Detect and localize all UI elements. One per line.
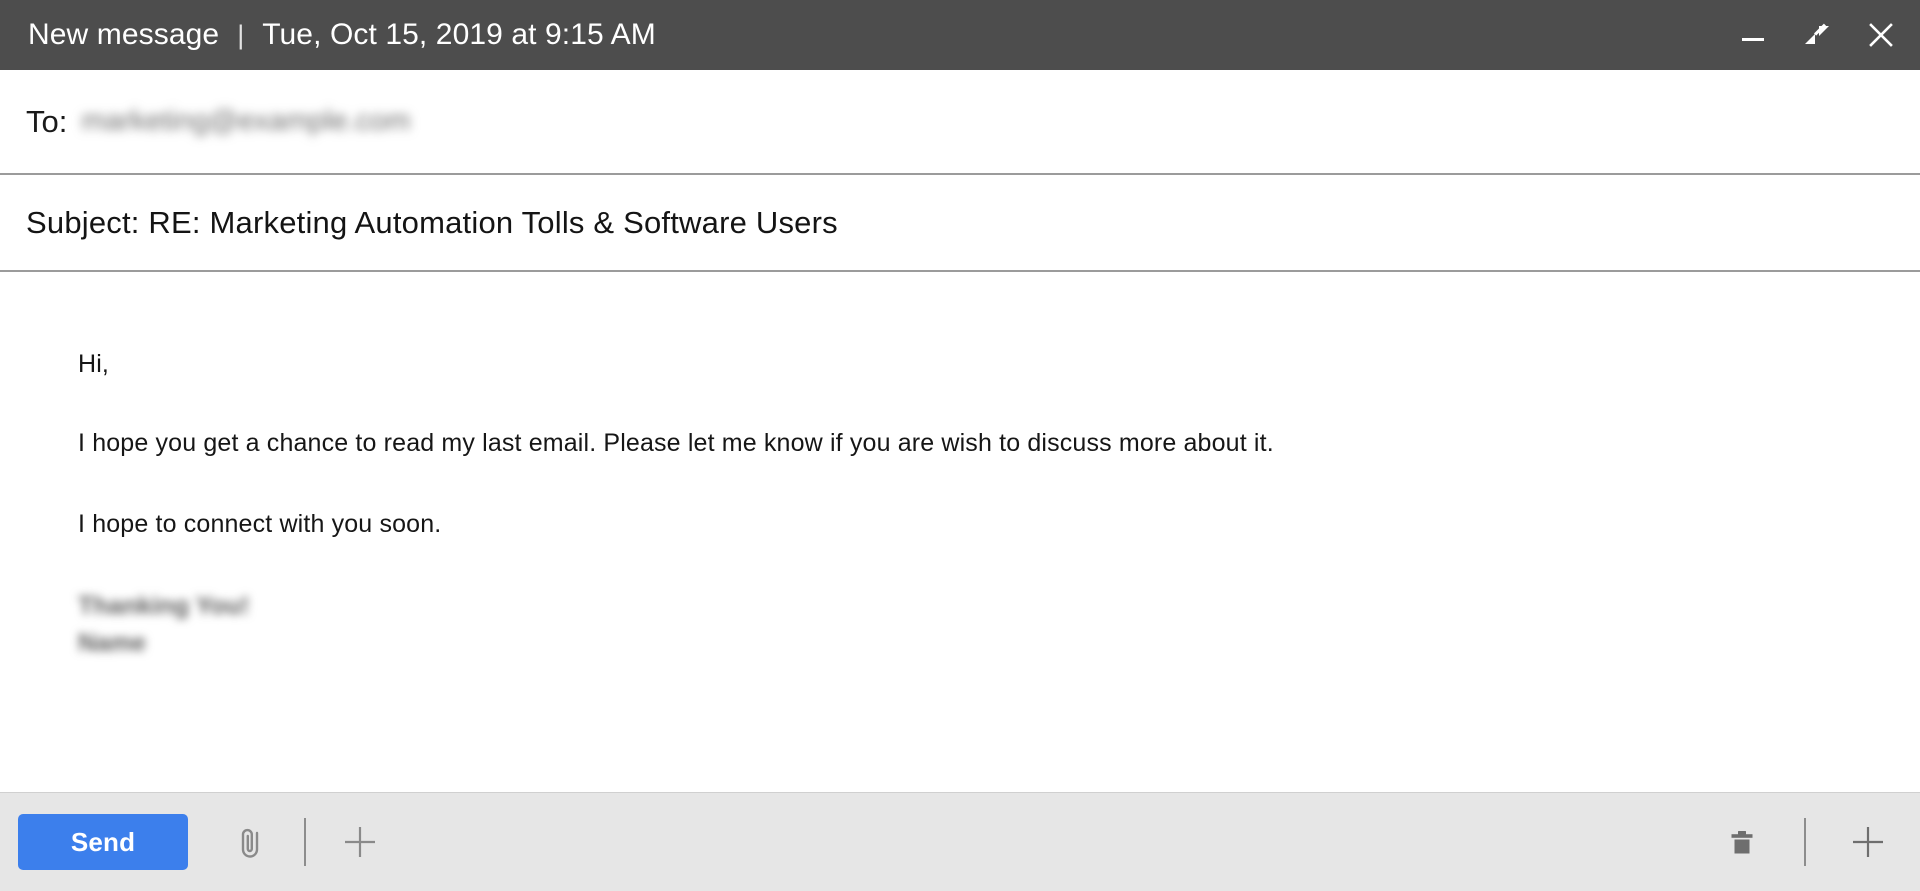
close-icon: [1866, 20, 1896, 50]
attach-button[interactable]: [222, 814, 278, 870]
message-body[interactable]: Hi, I hope you get a chance to read my l…: [0, 272, 1920, 792]
attach-icon: [230, 822, 270, 862]
minimize-button[interactable]: [1736, 18, 1770, 52]
add-icon: [1846, 820, 1890, 864]
toolbar-divider-left: [304, 818, 306, 866]
add-options-button-right[interactable]: [1840, 814, 1896, 870]
message-timestamp: Tue, Oct 15, 2019 at 9:15 AM: [262, 18, 656, 51]
to-field-row[interactable]: To: marketing@example.com: [0, 70, 1920, 175]
toolbar-divider-right: [1804, 818, 1806, 866]
window-titlebar: New message | Tue, Oct 15, 2019 at 9:15 …: [0, 0, 1920, 70]
signature-block: Thanking You! Name: [78, 588, 1920, 661]
body-paragraph-2: I hope to connect with you soon.: [78, 509, 442, 538]
add-icon: [338, 820, 382, 864]
window-controls: [1736, 18, 1898, 52]
close-button[interactable]: [1864, 18, 1898, 52]
discard-draft-button[interactable]: [1714, 814, 1770, 870]
subject-input[interactable]: Subject: RE: Marketing Automation Tolls …: [26, 205, 838, 241]
signature-line-2: Name: [78, 628, 147, 657]
send-button[interactable]: Send: [18, 814, 188, 870]
minimize-icon: [1738, 20, 1768, 50]
new-message-window: New message | Tue, Oct 15, 2019 at 9:15 …: [0, 0, 1920, 891]
collapse-arrows-icon: [1802, 20, 1832, 50]
body-paragraph-1: I hope you get a chance to read my last …: [78, 428, 1274, 457]
toolbar-right-group: [1714, 814, 1896, 870]
signature-line-1: Thanking You!: [78, 592, 250, 621]
restore-button[interactable]: [1800, 18, 1834, 52]
trash-icon: [1722, 822, 1762, 862]
add-options-button-left[interactable]: [332, 814, 388, 870]
to-input[interactable]: marketing@example.com: [81, 105, 410, 138]
titlebar-text-group: New message | Tue, Oct 15, 2019 at 9:15 …: [28, 18, 1736, 52]
titlebar-separator: |: [237, 19, 245, 50]
toolbar-left-group: Send: [18, 814, 1714, 870]
window-title: New message: [28, 18, 220, 51]
to-label: To:: [26, 103, 68, 139]
body-paragraph-greeting: Hi,: [78, 350, 110, 378]
subject-field-row[interactable]: Subject: RE: Marketing Automation Tolls …: [0, 175, 1920, 272]
compose-toolbar: Send: [0, 792, 1920, 891]
